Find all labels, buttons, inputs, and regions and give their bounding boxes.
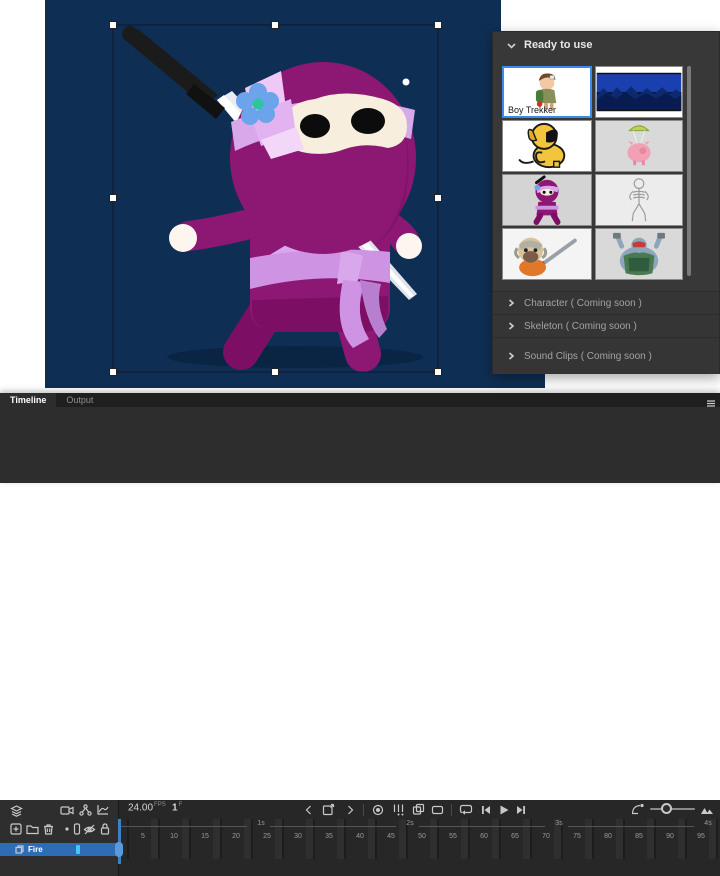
ruler-frame-number: 60	[477, 833, 491, 840]
timeline-panel: Timeline Output 510152025303540455055606…	[0, 393, 720, 483]
chevron-down-icon	[507, 41, 516, 50]
ruler-second-line	[568, 826, 694, 827]
playhead-handle[interactable]	[115, 842, 123, 857]
ruler-frame-number: 40	[353, 833, 367, 840]
ruler-frame-number: 5	[136, 833, 150, 840]
ruler-second-line	[270, 826, 396, 827]
ruler-frame-number: 85	[632, 833, 646, 840]
current-frame-display[interactable]: 1F	[172, 802, 182, 813]
keyframe-marker[interactable]	[76, 845, 80, 854]
flag-icon[interactable]	[428, 802, 446, 818]
thumbnail-label: Boy Trekker	[508, 105, 556, 115]
thumbnail-yellow-dog[interactable]	[502, 120, 592, 172]
panel-section[interactable]: Skeleton ( Coming soon )	[493, 314, 719, 337]
assets-panel: Ready to use Boy Trekker	[492, 31, 720, 374]
layer-name: Fire	[28, 845, 43, 854]
tab-timeline[interactable]: Timeline	[0, 393, 56, 407]
loop-icon[interactable]	[457, 801, 475, 817]
ruler-second-line	[419, 826, 545, 827]
stage-canvas[interactable]	[45, 0, 545, 388]
ruler-frame-number: 30	[291, 833, 305, 840]
layer-row-fire[interactable]: Fire	[0, 843, 119, 856]
section-label: Sound Clips ( Coming soon )	[524, 351, 652, 362]
panel-section[interactable]: Sound Clips ( Coming soon )	[493, 337, 719, 374]
ruler-frame-number: 75	[570, 833, 584, 840]
thumbnail-purple-ninja[interactable]	[502, 174, 592, 226]
insert-frame-icon[interactable]	[319, 801, 337, 817]
onion-skin-icon[interactable]	[389, 801, 407, 817]
ruler-frame-number: 90	[663, 833, 677, 840]
transform-origin-dot[interactable]	[403, 79, 410, 86]
chevron-right-icon	[507, 322, 515, 330]
thumbnail-skeleton-sketch[interactable]	[595, 174, 683, 226]
lock-icon[interactable]	[96, 821, 114, 837]
ruler-frame-number: 35	[322, 833, 336, 840]
play-icon[interactable]	[495, 802, 513, 818]
panel-header-label: Ready to use	[524, 39, 592, 51]
background	[501, 0, 720, 31]
ruler-frame-number: 70	[539, 833, 553, 840]
ruler-frame-number: 55	[446, 833, 460, 840]
duplicate-icon[interactable]	[409, 801, 427, 817]
ruler-frame-number: 20	[229, 833, 243, 840]
step-forward-icon[interactable]	[512, 802, 530, 818]
panel-section[interactable]: Character ( Coming soon )	[493, 291, 719, 314]
ruler-frame-number: 25	[260, 833, 274, 840]
ruler-second-label: 3s	[551, 820, 567, 827]
section-label: Skeleton ( Coming soon )	[524, 321, 637, 332]
timeline-tab-bar: Timeline Output	[0, 393, 720, 407]
chevron-right-icon	[507, 352, 515, 360]
thumbnail-boy-trekker[interactable]: Boy Trekker	[502, 66, 592, 118]
ruler-second-label: 4s	[700, 820, 716, 827]
ninja-character[interactable]	[45, 0, 545, 388]
ruler-frame-number: 95	[694, 833, 708, 840]
ruler-second-line	[121, 826, 247, 827]
ruler-frame-number: 15	[198, 833, 212, 840]
speed-curve-icon[interactable]	[629, 801, 647, 817]
record-icon[interactable]	[369, 802, 387, 818]
ruler-frame-number: 45	[384, 833, 398, 840]
camera-icon[interactable]	[58, 802, 76, 818]
layers-icon[interactable]	[7, 802, 25, 818]
ruler-frame-number: 50	[415, 833, 429, 840]
zoom-slider-track[interactable]	[650, 808, 695, 810]
thumbnail-pig-parachute[interactable]	[595, 120, 683, 172]
layer-icon	[15, 845, 24, 854]
chevron-right-icon	[507, 299, 515, 307]
ruler-frame-number: 80	[601, 833, 615, 840]
thumbnail-warrior-dog[interactable]	[502, 228, 592, 280]
section-label: Character ( Coming soon )	[524, 298, 642, 309]
panel-scrollbar[interactable]	[687, 66, 691, 276]
panel-header-ready-to-use[interactable]: Ready to use	[493, 32, 719, 58]
ruler-second-label: 2s	[402, 820, 418, 827]
tab-output[interactable]: Output	[56, 393, 103, 407]
ruler-second-label: 1s	[253, 820, 269, 827]
fit-view-icon[interactable]	[698, 802, 716, 818]
menu-icon[interactable]	[706, 395, 716, 413]
trash-icon[interactable]	[39, 821, 57, 837]
thumbnail-turtle-shooter[interactable]	[595, 228, 683, 280]
fps-display[interactable]: 24.00FPS	[128, 802, 166, 813]
graph-icon[interactable]	[93, 802, 111, 818]
thumbnail-mountain-scene[interactable]	[595, 66, 683, 118]
ruler-frame-number: 65	[508, 833, 522, 840]
step-back-icon[interactable]	[477, 802, 495, 818]
ruler-frame-number: 10	[167, 833, 181, 840]
ninja-shadow	[167, 346, 423, 368]
next-frame-icon[interactable]	[341, 802, 359, 818]
zoom-slider-knob[interactable]	[661, 803, 672, 814]
prev-frame-icon[interactable]	[299, 802, 317, 818]
rig-icon[interactable]	[76, 802, 94, 818]
